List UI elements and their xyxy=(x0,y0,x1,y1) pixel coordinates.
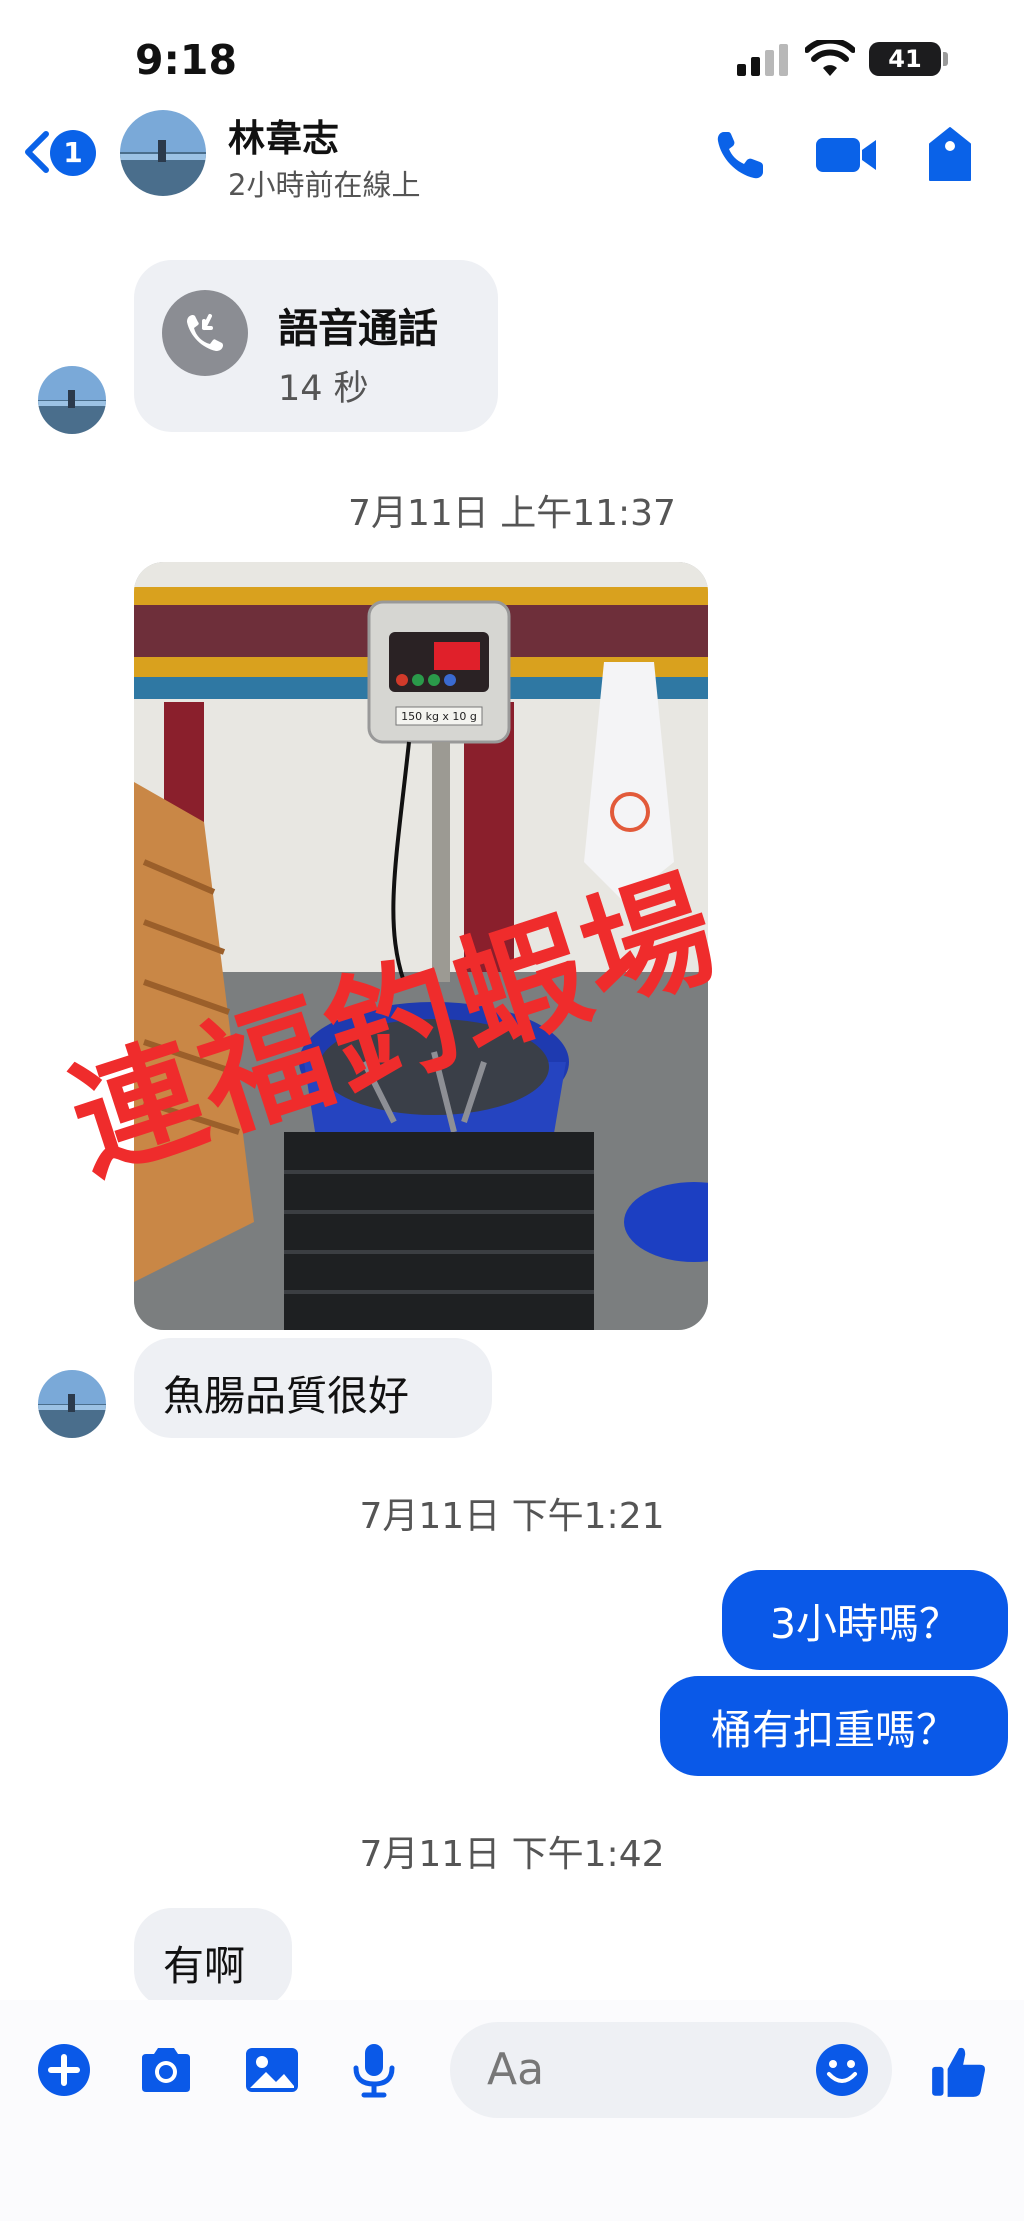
tag-icon[interactable] xyxy=(925,126,975,184)
status-time: 9:18 xyxy=(135,36,237,84)
camera-icon[interactable] xyxy=(136,2040,196,2100)
timestamp: 7月11日 下午1:42 xyxy=(359,1834,665,1875)
outgoing-message-bubble[interactable]: 桶有扣重嗎？ xyxy=(660,1676,1008,1776)
emoji-icon[interactable] xyxy=(812,2040,872,2100)
timestamp: 7月11日 上午11:37 xyxy=(348,493,676,534)
sender-avatar[interactable] xyxy=(38,1370,106,1438)
microphone-icon[interactable] xyxy=(344,2040,404,2100)
plus-icon[interactable] xyxy=(34,2040,94,2100)
battery-indicator: 41 xyxy=(869,42,941,76)
call-title: 語音通話 xyxy=(278,306,438,352)
timestamp: 7月11日 下午1:21 xyxy=(359,1496,665,1537)
image-icon[interactable] xyxy=(242,2040,302,2100)
phone-icon[interactable] xyxy=(712,126,770,184)
contact-name[interactable]: 林韋志 xyxy=(228,108,339,162)
message-input-placeholder: Aa xyxy=(487,2044,545,2095)
video-camera-icon[interactable] xyxy=(814,126,880,184)
sender-avatar[interactable] xyxy=(38,366,106,434)
back-chevron-icon[interactable] xyxy=(20,130,54,174)
thumbs-up-icon[interactable] xyxy=(928,2040,990,2102)
incoming-message-text: 有啊 xyxy=(163,1942,245,1990)
scale-label: 150 kg x 10 g xyxy=(401,710,477,723)
missed-call-icon xyxy=(162,290,248,376)
battery-cap xyxy=(943,52,948,66)
contact-avatar[interactable] xyxy=(120,110,206,196)
unread-badge[interactable]: 1 xyxy=(50,130,96,176)
cellular-signal-icon xyxy=(737,44,789,76)
wifi-icon xyxy=(805,40,855,76)
call-duration: 14 秒 xyxy=(278,369,369,409)
contact-status: 2小時前在線上 xyxy=(228,168,421,202)
incoming-message-text: 魚腸品質很好 xyxy=(163,1372,409,1420)
outgoing-message-bubble[interactable]: 3小時嗎？ xyxy=(722,1570,1008,1670)
